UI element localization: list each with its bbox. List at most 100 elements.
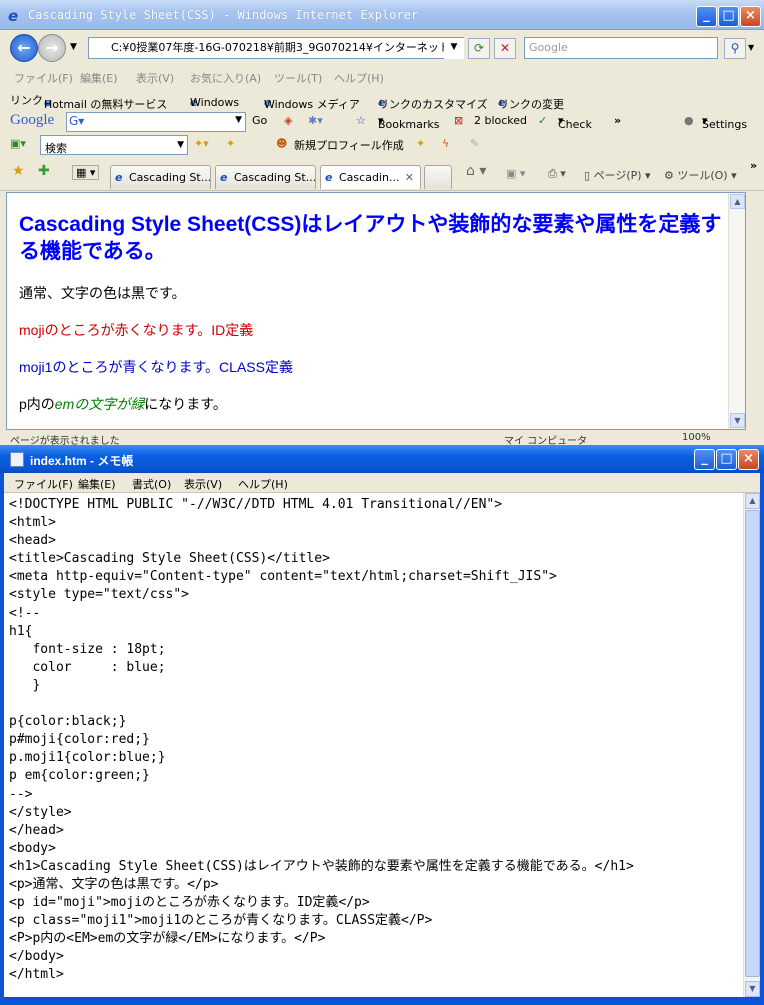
google-search-input[interactable]: G▾ ▼ <box>66 112 246 132</box>
ie-logo-icon: e <box>8 7 19 25</box>
search-icon[interactable]: ⚲ <box>724 38 746 59</box>
menu-favorites[interactable]: お気に入り(A) <box>190 70 261 86</box>
close-button[interactable]: × <box>740 6 761 27</box>
favorites-star-icon[interactable]: ★ <box>12 163 25 179</box>
quick-tabs-icon[interactable]: ▦ ▾ <box>72 165 100 180</box>
source-line: <!DOCTYPE HTML PUBLIC "-//W3C//DTD HTML … <box>9 497 503 512</box>
toolbar-overflow-icon[interactable]: » <box>750 159 757 172</box>
tools-menu[interactable]: ⚙ ツール(O) ▾ <box>664 167 737 183</box>
source-line: p.moji1{color:blue;} <box>9 750 166 766</box>
address-dropdown-icon[interactable]: ▼ <box>444 38 464 59</box>
menu-tools[interactable]: ツール(T) <box>274 70 322 86</box>
google-dropdown-icon[interactable]: ▼ <box>235 115 242 125</box>
pen-icon[interactable]: ✎ <box>470 137 479 150</box>
feeds-icon[interactable]: ▣ ▾ <box>506 167 525 180</box>
tab-page-icon: e <box>325 171 333 184</box>
source-line: <style type="text/css"> <box>9 587 190 603</box>
address-field[interactable]: C:¥0授業07年度-16G-070218¥前期3_9G070214¥インターネ… <box>88 37 464 59</box>
toolbar-search-input[interactable]: 検索 ▼ <box>40 135 188 155</box>
tab-2[interactable]: e Cascading St... <box>215 165 316 189</box>
source-line: font-size : 18pt; <box>9 641 166 657</box>
paragraph-red: mojiのところが赤くなります。ID定義 <box>19 322 254 338</box>
notepad-titlebar[interactable]: index.htm - メモ帳 _ □ × <box>0 445 764 473</box>
source-code: <!DOCTYPE HTML PUBLIC "-//W3C//DTD HTML … <box>9 496 634 985</box>
notepad-text-area[interactable]: <!DOCTYPE HTML PUBLIC "-//W3C//DTD HTML … <box>4 493 760 997</box>
toolbar-logo-icon: ▣▾ <box>10 137 26 150</box>
scroll-up-icon[interactable]: ▲ <box>730 194 745 209</box>
source-line: <p class="moji1">moji1のところが青くなります。CLASS定… <box>9 913 433 929</box>
source-line: <meta http-equiv="Content-type" content=… <box>9 569 557 585</box>
notepad-scrollbar[interactable]: ▲ ▼ <box>743 493 760 997</box>
google-g-icon: G▾ <box>69 114 85 128</box>
zoom-level[interactable]: 100% <box>682 432 711 443</box>
maximize-button[interactable]: □ <box>718 6 739 27</box>
google-go-button[interactable]: Go <box>252 114 267 127</box>
new-tab[interactable] <box>424 165 452 189</box>
notepad-menu-file[interactable]: ファイル(F) <box>14 476 73 492</box>
notepad-title: index.htm - メモ帳 <box>30 454 134 468</box>
source-line: } <box>9 677 41 693</box>
source-line: p{color:black;} <box>9 714 127 730</box>
menu-help[interactable]: ヘルプ(H) <box>334 70 384 86</box>
google-toolbar: Google G▾ ▼ Go ◈ ✱▾ ☆ Bookmarks ▾ ⊠ 2 bloc… <box>0 110 764 132</box>
source-line: </html> <box>9 967 64 983</box>
page-menu[interactable]: ▯ ページ(P) ▾ <box>584 167 651 183</box>
source-line: <head> <box>9 533 56 549</box>
notepad-maximize-button[interactable]: □ <box>716 449 737 470</box>
stop-icon[interactable]: ✕ <box>494 38 516 59</box>
back-button[interactable]: ← <box>10 34 38 62</box>
profile-icon: ☻ <box>276 137 288 150</box>
options-icon[interactable]: ✱▾ <box>308 114 323 127</box>
refresh-icon[interactable]: ⟳ <box>468 38 490 59</box>
print-icon[interactable]: ⎙ ▾ <box>548 167 566 181</box>
page-scrollbar[interactable]: ▲ ▼ <box>728 193 745 429</box>
notepad-menu-view[interactable]: 表示(V) <box>184 476 222 492</box>
flash-icon[interactable]: ϟ <box>442 137 449 150</box>
links-label: リンク <box>10 94 43 107</box>
pagerank-icon[interactable]: ◈ <box>284 114 292 127</box>
star-tool3-icon[interactable]: ✦ <box>416 137 425 150</box>
scroll-down-icon[interactable]: ▼ <box>730 413 745 428</box>
notepad-scroll-up-icon[interactable]: ▲ <box>745 493 760 509</box>
search-input[interactable]: Google <box>524 37 718 59</box>
more-chevron-icon[interactable]: » <box>614 114 621 127</box>
notepad-scroll-thumb[interactable] <box>745 510 760 977</box>
search-options-icon[interactable]: ▼ <box>748 43 754 52</box>
toolbar-dropdown-icon[interactable]: ▼ <box>177 136 184 154</box>
add-favorite-icon[interactable]: ✚ <box>38 163 50 179</box>
paragraph-em: p内のemの文字が緑になります。 <box>19 396 227 412</box>
menu-edit[interactable]: 編集(E) <box>80 70 118 86</box>
source-line: p#moji{color:red;} <box>9 732 150 748</box>
source-line: <body> <box>9 840 56 856</box>
notepad-close-button[interactable]: × <box>738 449 759 470</box>
ie-titlebar[interactable]: e Cascading Style Sheet(CSS) - Windows I… <box>0 0 764 30</box>
ie-window-title: Cascading Style Sheet(CSS) - Windows Int… <box>28 8 419 22</box>
popup-blocked-count[interactable]: 2 blocked <box>474 114 527 127</box>
notepad-menu-format[interactable]: 書式(O) <box>132 476 171 492</box>
page-content: Cascading Style Sheet(CSS)はレイアウトや装飾的な要素や… <box>6 192 746 430</box>
source-line: <P>p内の<EM>emの文字が緑</EM>になります。</P> <box>9 931 326 947</box>
source-line: h1{ <box>9 623 33 639</box>
menu-file[interactable]: ファイル(F) <box>14 70 73 86</box>
tab-bar: ★ ✚ ▦ ▾ e Cascading St... e Cascading St..… <box>0 157 764 191</box>
new-profile-button[interactable]: 新規プロフィール作成 <box>294 137 404 153</box>
tab-3-active[interactable]: e Cascadin... ✕ <box>320 165 421 189</box>
star-tool-icon[interactable]: ✦▾ <box>194 137 209 150</box>
tab-close-icon[interactable]: ✕ <box>405 171 414 184</box>
tab-1[interactable]: e Cascading St... <box>110 165 211 189</box>
google-logo: Google <box>10 112 55 128</box>
notepad-minimize-button[interactable]: _ <box>694 449 715 470</box>
minimize-button[interactable]: _ <box>696 6 717 27</box>
bookmarks-button[interactable]: Bookmarks ▾ <box>378 114 439 131</box>
history-dropdown-icon[interactable]: ▼ <box>70 42 77 52</box>
notepad-scroll-down-icon[interactable]: ▼ <box>745 981 760 997</box>
notepad-menu-help[interactable]: ヘルプ(H) <box>238 476 288 492</box>
notepad-menu-edit[interactable]: 編集(E) <box>78 476 116 492</box>
spellcheck-button[interactable]: Check ▾ <box>558 114 592 131</box>
settings-button[interactable]: Settings ▾ <box>702 114 747 131</box>
home-icon[interactable]: ⌂ ▾ <box>466 163 486 179</box>
star-tool2-icon[interactable]: ✦ <box>226 137 235 150</box>
menu-view[interactable]: 表示(V) <box>136 70 174 86</box>
paragraph-blue: moji1のところが青くなります。CLASS定義 <box>19 359 293 375</box>
forward-button[interactable]: → <box>38 34 66 62</box>
